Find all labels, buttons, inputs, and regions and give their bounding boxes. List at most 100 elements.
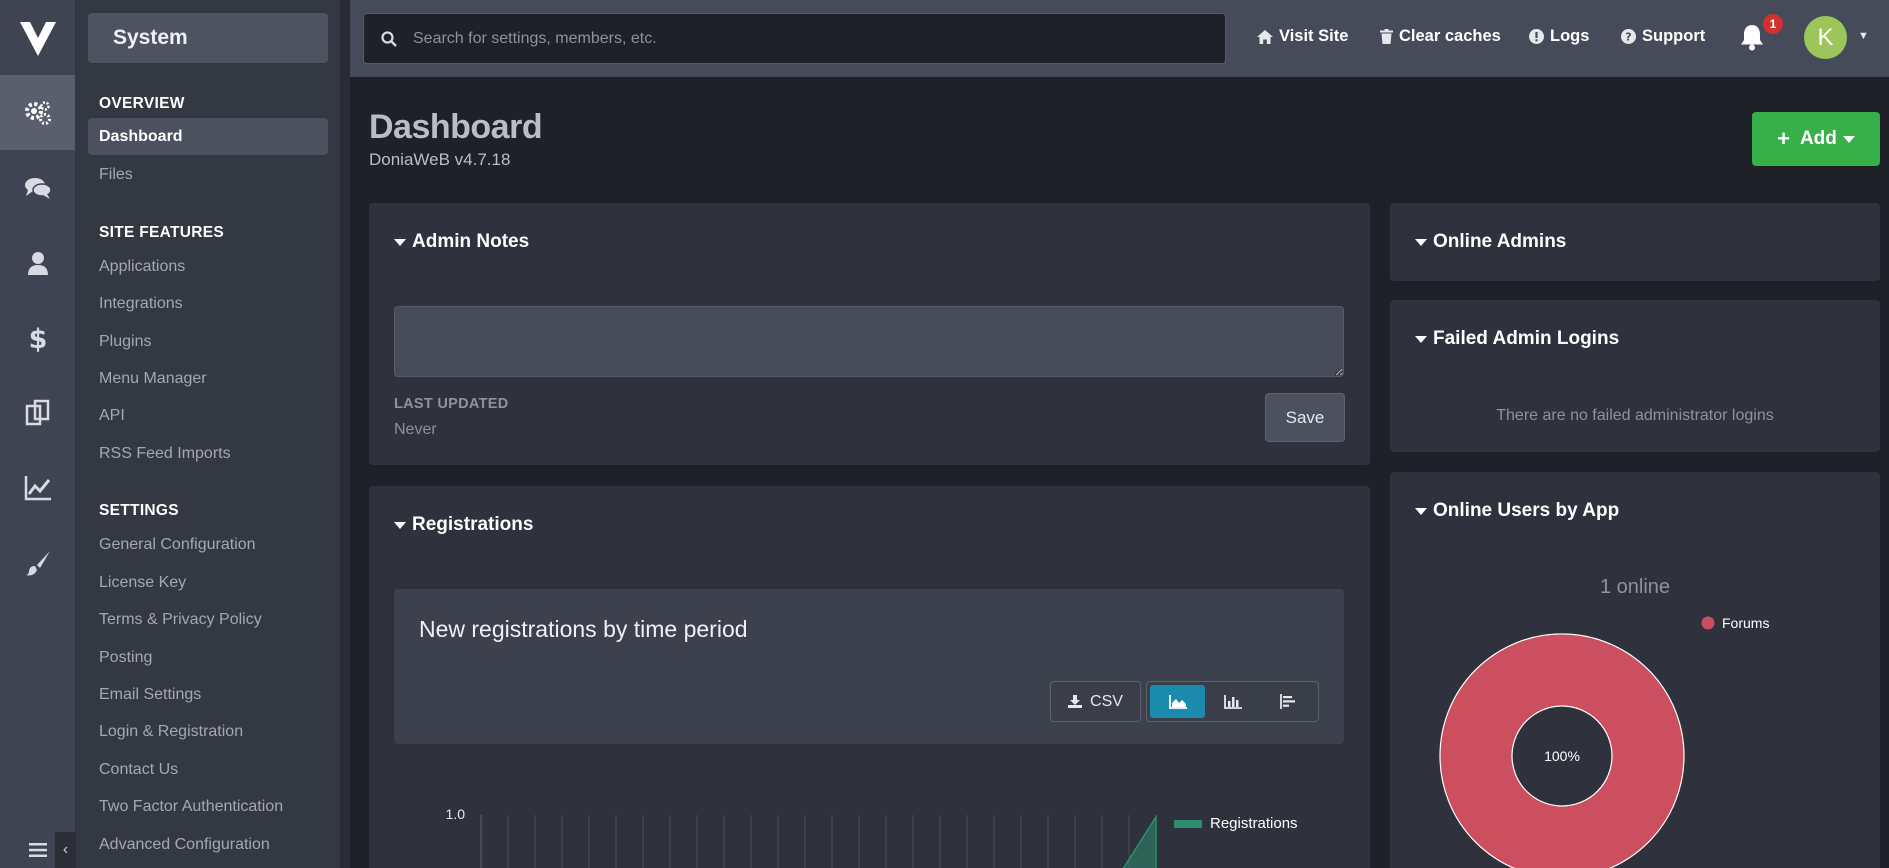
user-avatar[interactable]: K (1804, 16, 1847, 59)
caret-down-icon (1842, 135, 1855, 143)
search-icon (381, 30, 397, 47)
gears-icon (24, 100, 51, 125)
hamburger-icon (28, 843, 47, 857)
legend-label-registrations: Registrations (1210, 815, 1298, 832)
notification-count-badge: 1 (1763, 14, 1783, 34)
online-count-text: 1 online (1599, 576, 1671, 598)
registrations-chart: 1.0 Registrations (446, 806, 1298, 868)
dollar-icon: $ (28, 324, 47, 353)
logs-link[interactable]: Logs (1529, 27, 1589, 46)
sidebar-item-rss-feed-imports[interactable]: RSS Feed Imports (88, 435, 328, 472)
sidebar-item-dashboard[interactable]: Dashboard (88, 118, 328, 155)
question-circle-icon: ? (1621, 29, 1636, 44)
system-button[interactable]: System (88, 13, 328, 63)
rail-stats[interactable] (0, 450, 75, 525)
support-label: Support (1642, 27, 1706, 45)
sidebar-divider (340, 0, 350, 868)
csv-label: CSV (1090, 692, 1123, 710)
rail-content[interactable] (0, 375, 75, 450)
horizontal-bar-chart-button[interactable] (1260, 685, 1315, 718)
online-admins-header[interactable]: Online Admins (1415, 231, 1566, 253)
add-label: Add (1799, 128, 1837, 149)
rail-commerce[interactable]: $ (0, 300, 75, 375)
failed-logins-title: Failed Admin Logins (1433, 328, 1620, 349)
collapse-sidebar-button[interactable]: ‹ (55, 832, 76, 868)
sidebar-item-two-factor[interactable]: Two Factor Authentication (88, 788, 328, 825)
sidebar-item-email-settings[interactable]: Email Settings (88, 676, 328, 713)
chart-type-toggle (1146, 681, 1319, 722)
notifications-button[interactable] (1740, 24, 1764, 56)
bell-icon (1741, 25, 1763, 51)
add-button[interactable]: + Add (1752, 112, 1880, 166)
area-chart-icon (1168, 694, 1187, 709)
area-chart-button[interactable] (1150, 685, 1205, 718)
sidebar-item-advanced-configuration[interactable]: Advanced Configuration (88, 826, 328, 863)
bar-chart-button[interactable] (1205, 685, 1260, 718)
sidebar-item-files[interactable]: Files (88, 156, 328, 193)
failed-logins-empty-text: There are no failed administrator logins (1496, 407, 1774, 424)
sidebar-item-applications[interactable]: Applications (88, 248, 328, 285)
rail-system[interactable] (0, 75, 75, 150)
exclamation-circle-icon (1529, 29, 1544, 44)
failed-admin-logins-panel: Failed Admin Logins There are no failed … (1390, 300, 1880, 452)
caret-down-icon (1415, 335, 1427, 343)
clear-caches-link[interactable]: Clear caches (1380, 27, 1501, 46)
last-updated-label: LAST UPDATED (394, 396, 509, 412)
sidebar-item-api[interactable]: API (88, 397, 328, 434)
sidebar-item-integrations[interactable]: Integrations (88, 285, 328, 322)
last-updated-value: Never (394, 421, 437, 438)
sidebar-item-license-key[interactable]: License Key (88, 564, 328, 601)
icon-rail: $ (0, 0, 75, 868)
nav-heading-site-features: SITE FEATURES (99, 224, 225, 241)
sidebar-item-menu-manager[interactable]: Menu Manager (88, 360, 328, 397)
failed-logins-header[interactable]: Failed Admin Logins (1415, 328, 1619, 350)
trash-icon (1380, 29, 1393, 44)
app-logo[interactable] (0, 0, 75, 75)
registrations-title: Registrations (412, 514, 534, 535)
sidebar-item-login-registration[interactable]: Login & Registration (88, 713, 328, 750)
logs-label: Logs (1550, 27, 1590, 45)
search-input[interactable] (413, 29, 1193, 48)
download-icon (1068, 695, 1083, 708)
admin-notes-textarea[interactable] (394, 306, 1344, 377)
sidebar-item-contact-us[interactable]: Contact Us (88, 751, 328, 788)
logo-icon (19, 21, 56, 56)
pie-data-label: 100% (1544, 748, 1580, 764)
sidebar: System OVERVIEW Dashboard Files SITE FEA… (55, 0, 340, 868)
horizontal-bar-chart-icon (1279, 694, 1295, 709)
online-users-header[interactable]: Online Users by App (1415, 500, 1619, 522)
top-bar: Visit Site Clear caches Logs ? Support 1… (350, 0, 1889, 77)
admin-notes-header[interactable]: Admin Notes (394, 231, 529, 253)
caret-down-icon (1415, 238, 1427, 246)
nav-heading-settings: SETTINGS (99, 502, 179, 519)
clear-caches-label: Clear caches (1399, 27, 1501, 45)
copy-icon (25, 399, 49, 425)
rail-members[interactable] (0, 225, 75, 300)
save-notes-button[interactable]: Save (1265, 393, 1345, 442)
caret-down-icon (394, 238, 406, 246)
sidebar-item-general-configuration[interactable]: General Configuration (88, 526, 328, 563)
nav-heading-overview: OVERVIEW (99, 95, 185, 112)
page-title: Dashboard (369, 108, 543, 146)
sidebar-item-plugins[interactable]: Plugins (88, 323, 328, 360)
sidebar-item-terms-privacy[interactable]: Terms & Privacy Policy (88, 601, 328, 638)
download-csv-button[interactable]: CSV (1050, 681, 1141, 722)
chevron-down-icon[interactable]: ▼ (1858, 30, 1869, 42)
search-box[interactable] (363, 13, 1226, 64)
chart-line-icon (24, 475, 51, 500)
online-users-panel: Online Users by App 1 online Forums 100% (1390, 472, 1880, 868)
visit-site-label: Visit Site (1279, 27, 1349, 45)
registrations-header[interactable]: Registrations (394, 514, 533, 536)
svg-text:$: $ (28, 324, 47, 353)
legend-label-forums: Forums (1722, 615, 1769, 631)
rail-community[interactable] (0, 150, 75, 225)
chart-title: New registrations by time period (419, 616, 748, 642)
caret-down-icon (394, 521, 406, 529)
home-icon (1257, 29, 1273, 44)
sidebar-item-posting[interactable]: Posting (88, 639, 328, 676)
online-admins-title: Online Admins (1433, 231, 1567, 252)
rail-customization[interactable] (0, 525, 75, 600)
visit-site-link[interactable]: Visit Site (1257, 27, 1348, 46)
support-link[interactable]: ? Support (1621, 27, 1705, 46)
plus-icon: + (1777, 126, 1790, 151)
